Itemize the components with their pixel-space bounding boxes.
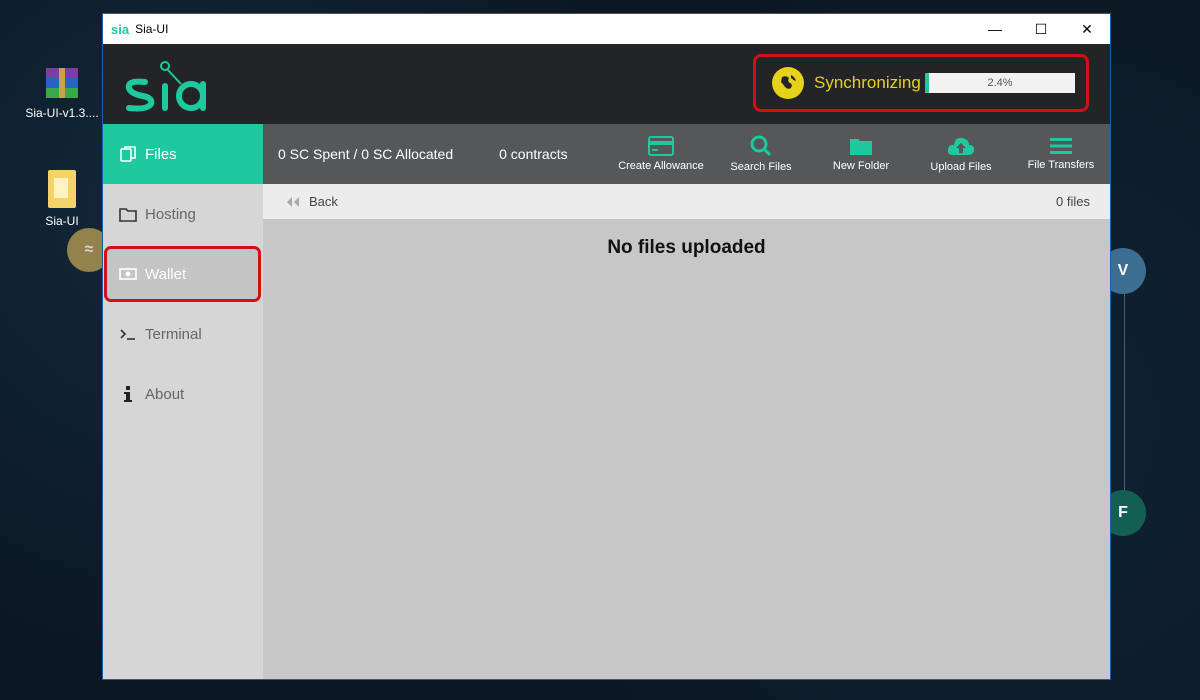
decorative-connector-line [1124,290,1125,500]
sidebar-item-label: Files [145,145,177,163]
menu-icon [1050,138,1072,154]
desktop-icon-archive[interactable]: Sia-UI-v1.3.... [20,66,104,120]
terminal-icon [119,327,137,341]
search-files-button[interactable]: Search Files [711,124,811,184]
app-header: Synchronizing 2.4% [103,44,1110,124]
sia-ui-window: sia Sia-UI — ☐ ✕ Synchronizing 2.4% File… [102,13,1111,680]
sidebar-item-label: Hosting [145,205,196,223]
files-toolbar: 0 SC Spent / 0 SC Allocated 0 contracts … [263,124,1110,184]
window-titlebar[interactable]: sia Sia-UI — ☐ ✕ [103,14,1110,44]
sidebar-item-terminal[interactable]: Terminal [103,304,263,364]
sidebar: Files Hosting Wallet Terminal About [103,124,263,679]
upload-files-label: Upload Files [930,161,992,173]
sync-progress-fill [925,73,929,93]
desktop-icon-label: Sia-UI [45,214,79,228]
folder-icon [850,139,872,155]
file-browser-bar: Back 0 files [263,184,1110,219]
sync-progress-bar: 2.4% [925,73,1075,93]
winrar-archive-icon [42,66,82,102]
credit-card-icon [648,136,674,156]
folder-icon [119,206,137,222]
back-label: Back [309,194,338,209]
sidebar-item-wallet[interactable]: Wallet [104,246,261,302]
sidebar-item-about[interactable]: About [103,364,263,424]
file-count: 0 files [1056,194,1090,209]
files-panel: 0 SC Spent / 0 SC Allocated 0 contracts … [263,124,1110,679]
window-title: Sia-UI [135,22,169,36]
search-files-label: Search Files [730,161,792,173]
sidebar-item-label: Terminal [145,325,202,343]
minimize-button[interactable]: — [972,14,1018,44]
wallet-icon [119,267,137,281]
file-transfers-label: File Transfers [1027,159,1095,171]
sidebar-item-files[interactable]: Files [103,124,263,184]
search-icon [750,135,772,157]
allowance-summary: 0 SC Spent / 0 SC Allocated [278,146,454,162]
info-icon [119,385,137,403]
globe-icon [772,67,804,99]
desktop-icon-label: Sia-UI-v1.3.... [25,106,99,120]
empty-state-message: No files uploaded [607,237,766,258]
maximize-button[interactable]: ☐ [1018,14,1064,44]
sidebar-item-hosting[interactable]: Hosting [103,184,263,244]
double-chevron-left-icon [287,196,299,207]
back-button[interactable]: Back [285,194,338,209]
window-controls: — ☐ ✕ [972,14,1110,44]
create-allowance-label: Create Allowance [618,160,704,172]
close-button[interactable]: ✕ [1064,14,1110,44]
create-allowance-button[interactable]: Create Allowance [611,124,711,184]
new-folder-button[interactable]: New Folder [811,124,911,184]
upload-files-button[interactable]: Upload Files [911,124,1011,184]
new-folder-label: New Folder [832,160,890,172]
sync-status-highlight: Synchronizing 2.4% [753,54,1089,112]
sidebar-item-label: About [145,385,185,403]
sidebar-item-label: Wallet [145,265,187,283]
desktop-icon-sia-folder[interactable]: Sia-UI [20,168,104,228]
cloud-upload-icon [947,137,975,155]
file-transfers-button[interactable]: File Transfers [1011,124,1111,184]
app-logo-small: sia [111,21,130,37]
files-icon [119,145,137,163]
folder-icon [46,168,78,210]
contracts-count: 0 contracts [499,146,568,162]
sia-logo [123,56,213,117]
sync-status-label: Synchronizing [814,73,921,92]
sync-progress-text: 2.4% [987,77,1013,89]
